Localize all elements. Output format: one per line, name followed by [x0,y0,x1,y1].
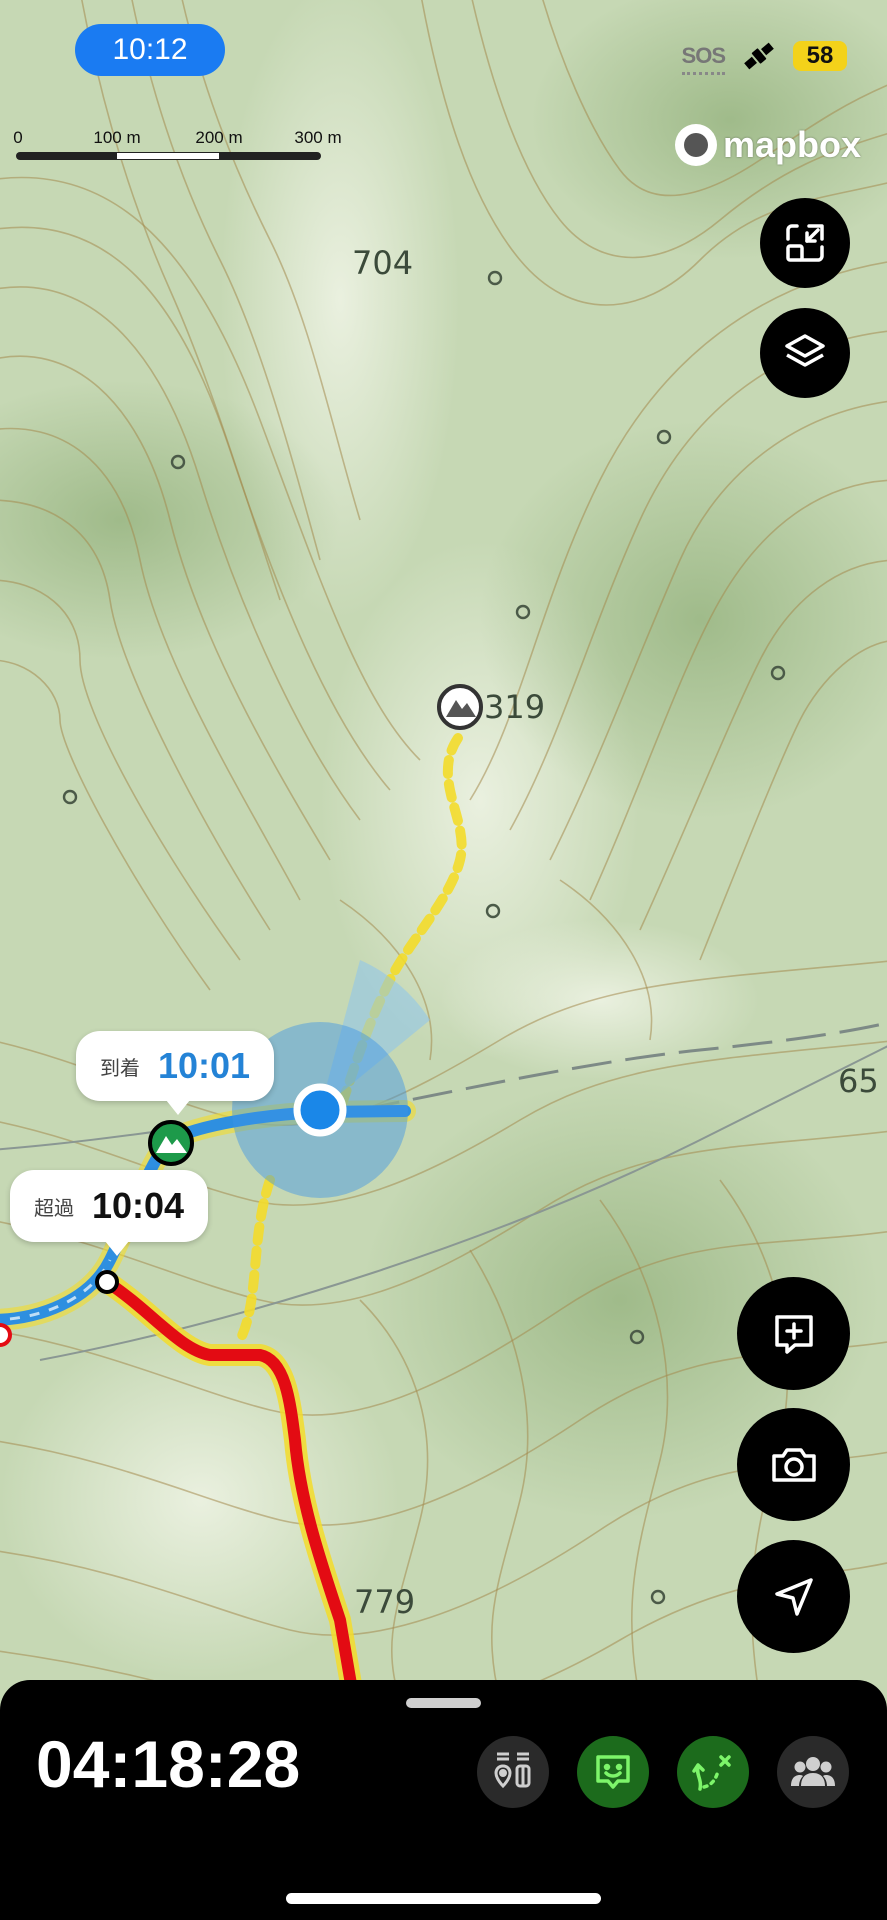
sos-indicator: SOS [681,43,726,75]
arrival-time-bubble[interactable]: 到着 10:01 [76,1031,275,1115]
arrival-label: 到着 [100,1057,140,1080]
elevation-label: 65 [838,1062,879,1100]
arrival-time: 10:01 [158,1045,251,1086]
elapsed-timer: 04:18:28 [36,1727,301,1801]
compress-icon [786,224,824,262]
waypoint-marker [95,1270,119,1294]
checkpoint-button[interactable] [477,1736,549,1808]
route-off-button[interactable] [677,1736,749,1808]
scale-label: 100 m [93,128,141,147]
checkpoint-icon [494,1752,531,1789]
summit-marker-gray [437,684,483,730]
status-time: 10:12 [75,24,225,76]
elevation-label: 319 [484,688,546,726]
scale-label: 300 m [294,128,342,147]
layers-icon [785,334,825,367]
status-indicators: SOS 58 [681,36,847,76]
group-icon [791,1757,835,1786]
satellite-icon [744,42,774,70]
map-scale-bar: 0 100 m 200 m 300 m [13,128,342,160]
elevation-label: 704 [352,244,414,282]
navigate-button[interactable] [737,1540,850,1653]
elevation-label: 779 [354,1583,416,1621]
camera-button[interactable] [737,1408,850,1521]
sheet-grabber[interactable] [406,1698,481,1708]
status-message-icon [596,1755,630,1789]
scale-label: 200 m [195,128,243,147]
camera-icon [771,1447,816,1482]
compress-map-button[interactable] [760,198,850,288]
add-comment-icon [774,1314,813,1354]
bottom-sheet[interactable]: 04:18:28 [0,1680,887,1920]
overdue-time: 10:04 [92,1185,185,1226]
status-message-button[interactable] [577,1736,649,1808]
mapbox-attribution[interactable]: mapbox [675,124,861,166]
current-location-dot [293,1083,347,1137]
mapbox-wordmark: mapbox [723,124,862,165]
overdue-label: 超過 [34,1197,74,1220]
route-off-icon [692,1755,731,1791]
mapbox-logo-icon [675,124,717,166]
scale-label: 0 [13,128,23,147]
add-comment-button[interactable] [737,1277,850,1390]
overdue-time-bubble[interactable]: 超過 10:04 [10,1170,209,1256]
summit-marker-green [148,1120,194,1166]
group-button[interactable] [777,1736,849,1808]
battery-indicator: 58 [793,41,847,71]
home-indicator[interactable] [286,1893,601,1904]
map-layers-button[interactable] [760,308,850,398]
navigate-icon [774,1577,813,1616]
